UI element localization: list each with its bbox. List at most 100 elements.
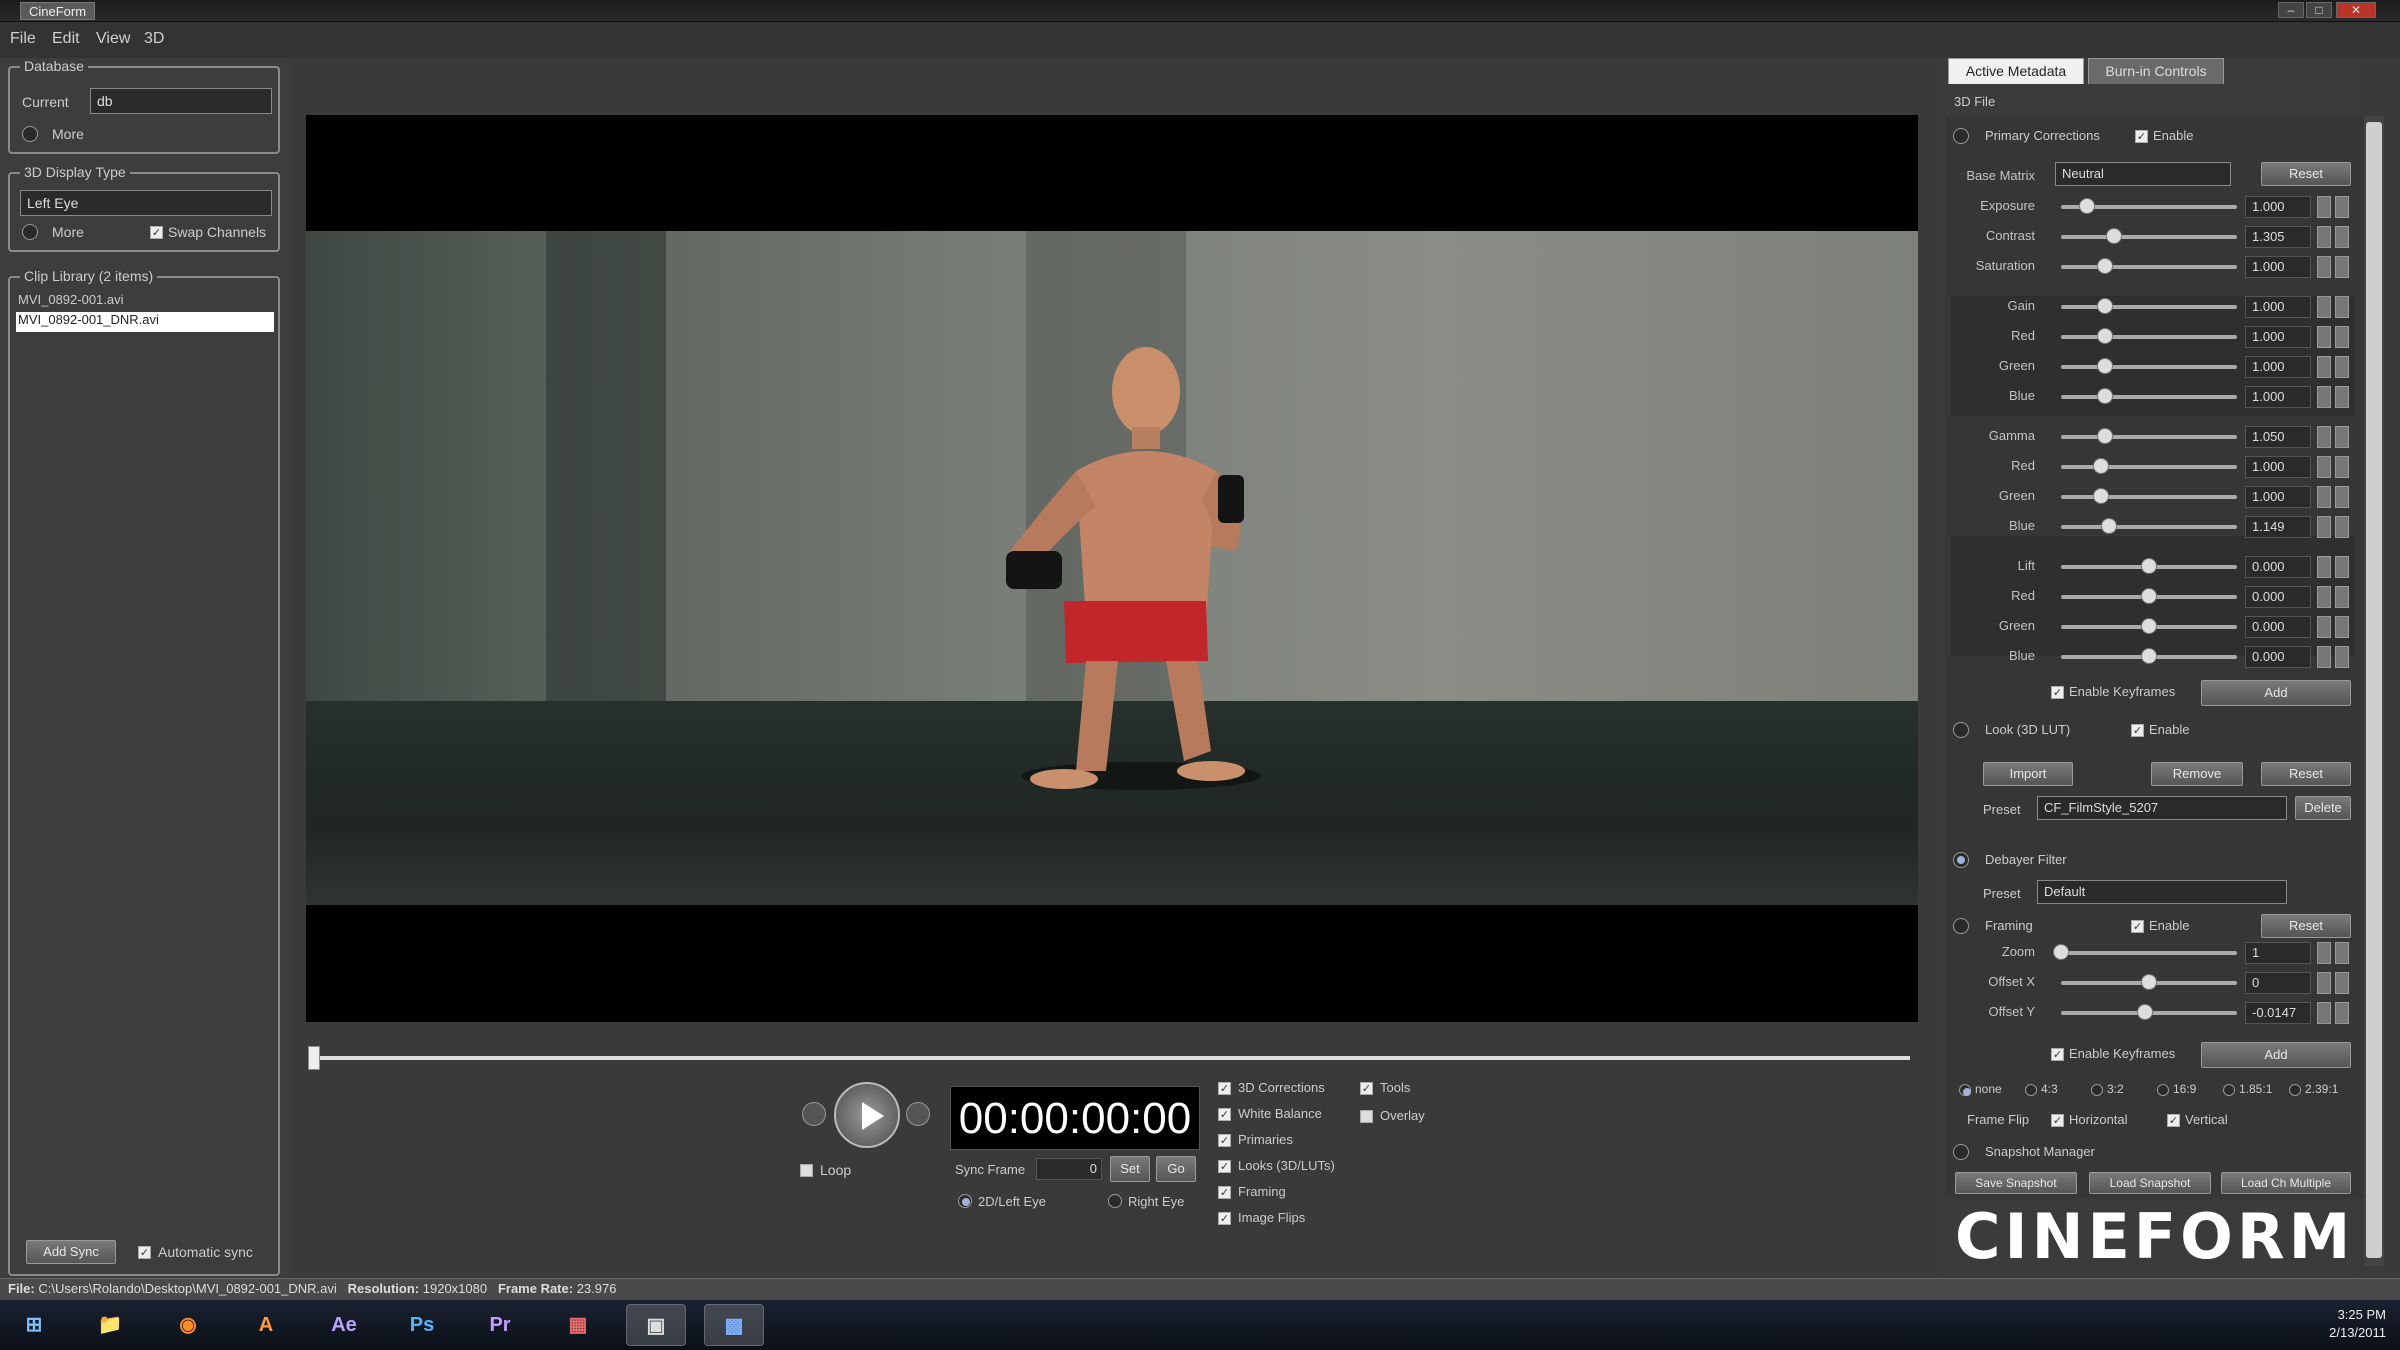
slider-track[interactable] bbox=[2061, 235, 2237, 239]
slider-track[interactable] bbox=[2061, 265, 2237, 269]
spin-down-button[interactable] bbox=[2335, 356, 2349, 378]
spin-up-button[interactable] bbox=[2317, 586, 2331, 608]
slider-value-input[interactable]: 0.000 bbox=[2245, 586, 2311, 608]
tab-burn-in-controls[interactable]: Burn-in Controls bbox=[2088, 58, 2224, 84]
aspect-option[interactable]: none bbox=[1959, 1082, 2023, 1102]
slider-value-input[interactable]: 1.000 bbox=[2245, 456, 2311, 478]
primary-enable-checkbox[interactable] bbox=[2135, 130, 2148, 143]
spin-up-button[interactable] bbox=[2317, 486, 2331, 508]
firefox-icon[interactable]: ◉ bbox=[158, 1304, 218, 1346]
step-forward-button[interactable] bbox=[906, 1102, 930, 1126]
after-effects-icon[interactable]: Ae bbox=[314, 1304, 374, 1346]
spin-up-button[interactable] bbox=[2317, 556, 2331, 578]
load-snapshot-button[interactable]: Load Snapshot bbox=[2089, 1172, 2211, 1194]
spin-down-button[interactable] bbox=[2335, 646, 2349, 668]
right-eye-radio[interactable] bbox=[1108, 1194, 1122, 1208]
spin-up-button[interactable] bbox=[2317, 326, 2331, 348]
spin-up-button[interactable] bbox=[2317, 456, 2331, 478]
timeline-playhead[interactable] bbox=[308, 1046, 320, 1070]
spin-up-button[interactable] bbox=[2317, 516, 2331, 538]
toggle-white-balance[interactable] bbox=[1218, 1108, 1231, 1121]
slider-track[interactable] bbox=[2061, 525, 2237, 529]
spin-up-button[interactable] bbox=[2317, 616, 2331, 638]
debayer-collapse-button[interactable] bbox=[1953, 852, 1969, 868]
slider-thumb[interactable] bbox=[2097, 328, 2113, 344]
explorer-icon[interactable]: 📁 bbox=[80, 1304, 140, 1346]
slider-thumb[interactable] bbox=[2097, 428, 2113, 444]
slider-value-input[interactable]: 1.149 bbox=[2245, 516, 2311, 538]
close-button[interactable]: ✕ bbox=[2336, 2, 2376, 18]
look-remove-button[interactable]: Remove bbox=[2151, 762, 2243, 786]
left-eye-radio[interactable] bbox=[958, 1194, 972, 1208]
slider-value-input[interactable]: 0.000 bbox=[2245, 556, 2311, 578]
spin-up-button[interactable] bbox=[2317, 972, 2331, 994]
premiere-icon[interactable]: Pr bbox=[470, 1304, 530, 1346]
slider-value-input[interactable]: 1.000 bbox=[2245, 326, 2311, 348]
timeline-scrubber[interactable] bbox=[310, 1056, 1910, 1060]
look-reset-button[interactable]: Reset bbox=[2261, 762, 2351, 786]
spin-down-button[interactable] bbox=[2335, 942, 2349, 964]
spin-up-button[interactable] bbox=[2317, 226, 2331, 248]
spin-down-button[interactable] bbox=[2335, 972, 2349, 994]
aspect-radio[interactable] bbox=[2157, 1084, 2169, 1096]
aspect-option[interactable]: 16:9 bbox=[2157, 1082, 2221, 1102]
aspect-option[interactable]: 2.39:1 bbox=[2289, 1082, 2353, 1102]
minimize-button[interactable]: – bbox=[2278, 2, 2304, 18]
spin-up-button[interactable] bbox=[2317, 356, 2331, 378]
slider-track[interactable] bbox=[2061, 465, 2237, 469]
tab-active-metadata[interactable]: Active Metadata bbox=[1948, 58, 2084, 84]
slider-value-input[interactable]: -0.0147 bbox=[2245, 1002, 2311, 1024]
aspect-radio[interactable] bbox=[2289, 1084, 2301, 1096]
slider-value-input[interactable]: 1.000 bbox=[2245, 296, 2311, 318]
clip-item-selected[interactable]: MVI_0892-001_DNR.avi bbox=[16, 312, 274, 332]
spin-down-button[interactable] bbox=[2335, 586, 2349, 608]
slider-thumb[interactable] bbox=[2093, 458, 2110, 474]
slider-thumb[interactable] bbox=[2141, 588, 2157, 604]
toggle-overlay[interactable] bbox=[1360, 1110, 1373, 1123]
slider-thumb[interactable] bbox=[2141, 974, 2157, 990]
slider-value-input[interactable]: 1.000 bbox=[2245, 356, 2311, 378]
spin-up-button[interactable] bbox=[2317, 942, 2331, 964]
display-more-radio[interactable] bbox=[22, 224, 38, 240]
slider-thumb[interactable] bbox=[2097, 388, 2113, 404]
look-import-button[interactable]: Import bbox=[1983, 762, 2073, 786]
slider-thumb[interactable] bbox=[2100, 518, 2117, 534]
spin-up-button[interactable] bbox=[2317, 426, 2331, 448]
look-delete-button[interactable]: Delete bbox=[2295, 796, 2351, 820]
look-collapse-button[interactable] bbox=[1953, 722, 1969, 738]
app-icon[interactable]: ▦ bbox=[548, 1304, 608, 1346]
primary-reset-button[interactable]: Reset bbox=[2261, 162, 2351, 186]
slider-thumb[interactable] bbox=[2053, 944, 2069, 960]
scrollbar-thumb[interactable] bbox=[2366, 122, 2382, 1258]
database-more-radio[interactable] bbox=[22, 126, 38, 142]
slider-value-input[interactable]: 1 bbox=[2245, 942, 2311, 964]
spin-down-button[interactable] bbox=[2335, 326, 2349, 348]
aspect-option[interactable]: 4:3 bbox=[2025, 1082, 2089, 1102]
debayer-preset-field[interactable]: Default bbox=[2037, 880, 2287, 904]
sync-frame-input[interactable]: 0 bbox=[1036, 1158, 1102, 1180]
slider-value-input[interactable]: 1.000 bbox=[2245, 386, 2311, 408]
framing-keyframes-checkbox[interactable] bbox=[2051, 1048, 2064, 1061]
look-enable-checkbox[interactable] bbox=[2131, 724, 2144, 737]
spin-down-button[interactable] bbox=[2335, 256, 2349, 278]
step-back-button[interactable] bbox=[802, 1102, 826, 1126]
framing-add-keyframe-button[interactable]: Add bbox=[2201, 1042, 2351, 1068]
photoshop-icon[interactable]: Ps bbox=[392, 1304, 452, 1346]
aspect-radio[interactable] bbox=[1959, 1084, 1971, 1096]
slider-value-input[interactable]: 1.000 bbox=[2245, 196, 2311, 218]
spin-up-button[interactable] bbox=[2317, 1002, 2331, 1024]
toggle-framing[interactable] bbox=[1218, 1186, 1231, 1199]
slider-thumb[interactable] bbox=[2141, 648, 2157, 664]
spin-down-button[interactable] bbox=[2335, 456, 2349, 478]
slider-track[interactable] bbox=[2061, 951, 2237, 955]
spin-down-button[interactable] bbox=[2335, 296, 2349, 318]
save-snapshot-button[interactable]: Save Snapshot bbox=[1955, 1172, 2077, 1194]
menu-edit[interactable]: Edit bbox=[52, 30, 80, 48]
slider-value-input[interactable]: 0.000 bbox=[2245, 646, 2311, 668]
slider-thumb[interactable] bbox=[2093, 488, 2110, 504]
snapshot-collapse-button[interactable] bbox=[1953, 1144, 1969, 1160]
slider-track[interactable] bbox=[2061, 395, 2237, 399]
app-a-icon[interactable]: A bbox=[236, 1304, 296, 1346]
spin-up-button[interactable] bbox=[2317, 256, 2331, 278]
slider-track[interactable] bbox=[2061, 335, 2237, 339]
